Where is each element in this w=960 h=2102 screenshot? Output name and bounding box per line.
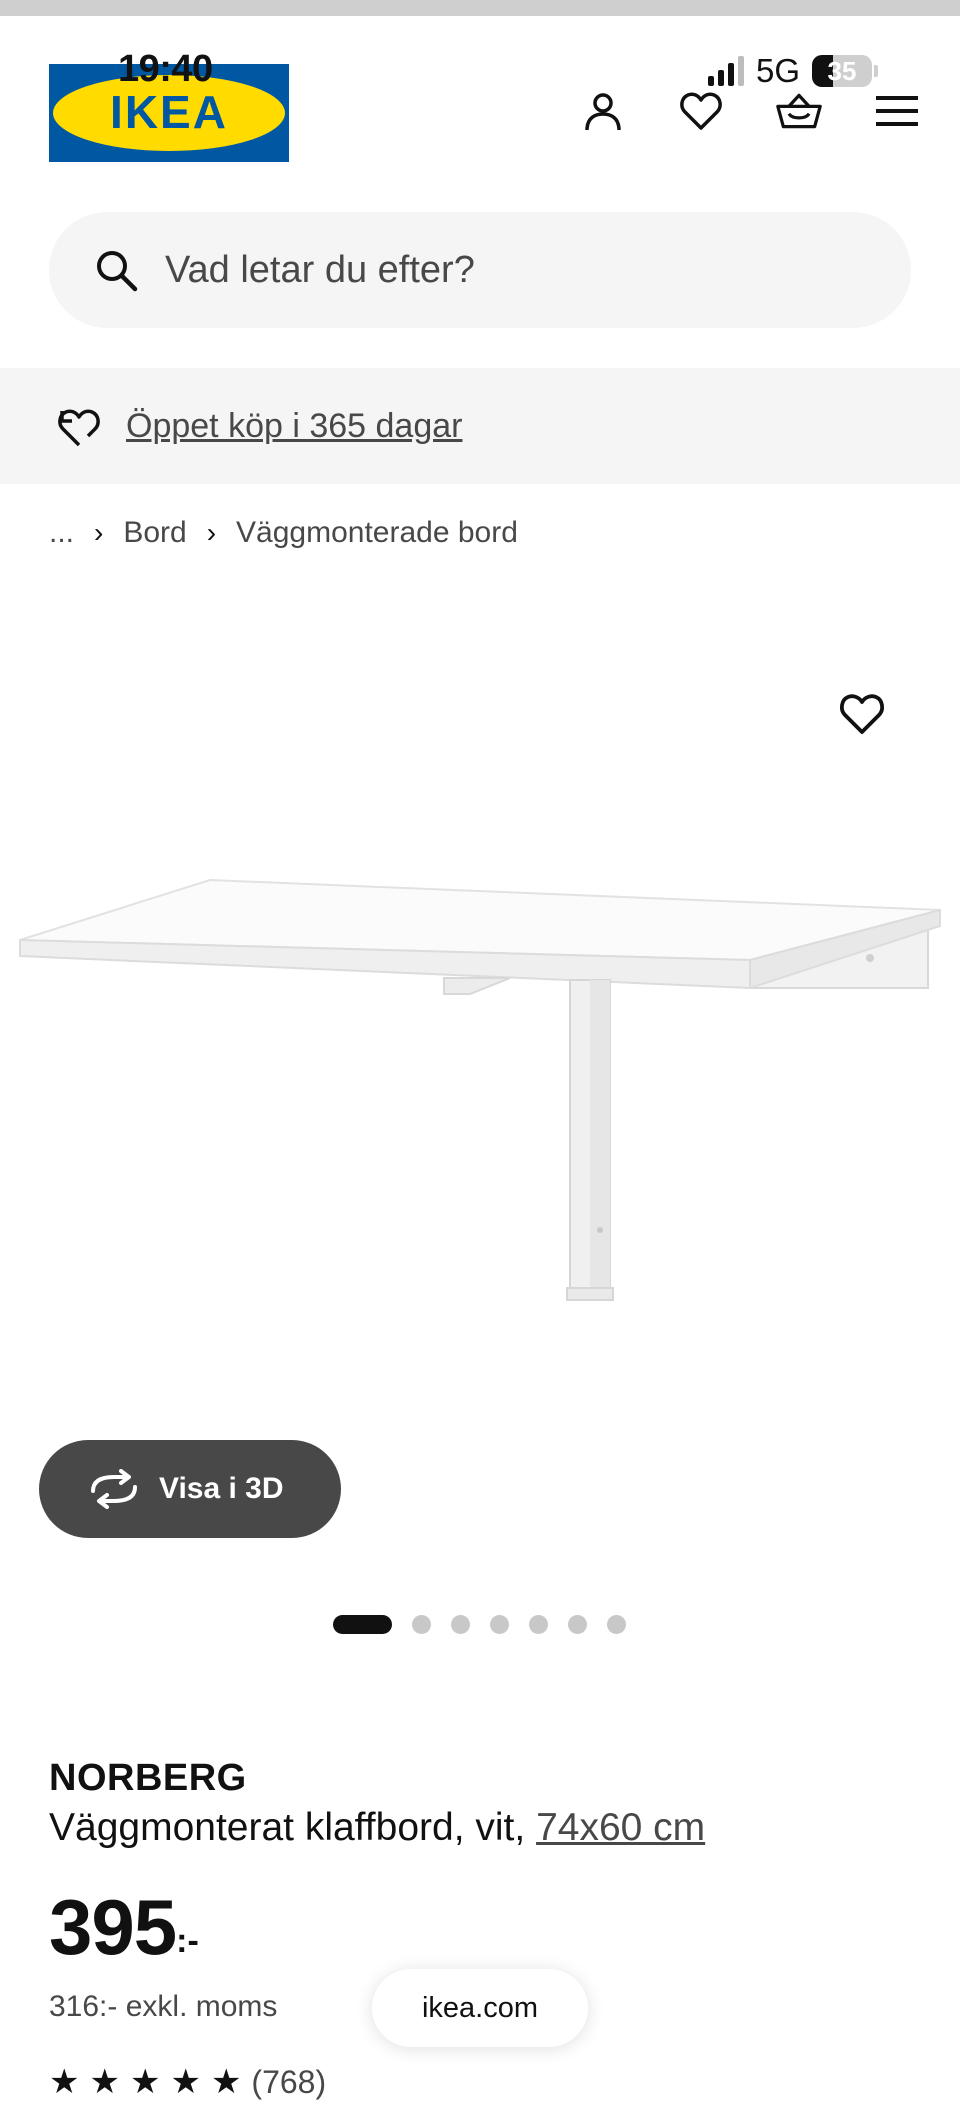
product-description-text: Väggmonterat klaffbord, vit, — [49, 1806, 526, 1849]
gallery-dot[interactable] — [607, 1615, 626, 1634]
breadcrumb: ... › Bord › Väggmonterade bord — [49, 516, 518, 550]
basket-icon[interactable] — [776, 88, 822, 134]
rotate-3d-icon — [91, 1469, 137, 1509]
battery-level: 35 — [827, 56, 857, 86]
gallery-dot[interactable] — [451, 1615, 470, 1634]
star-icon: ★ — [49, 2063, 80, 2101]
view-in-3d-button[interactable]: Visa i 3D — [39, 1440, 341, 1538]
breadcrumb-item-wall-tables[interactable]: Väggmonterade bord — [236, 516, 518, 550]
signal-icon — [707, 56, 744, 86]
price-suffix: :- — [176, 1922, 199, 1960]
product-rating[interactable]: ★ ★ ★ ★ ★ (768) — [49, 2062, 326, 2102]
browser-url-pill[interactable]: ikea.com — [372, 1969, 588, 2047]
search-bar[interactable] — [49, 212, 911, 328]
top-edge — [0, 0, 960, 16]
header-actions — [580, 88, 920, 134]
gallery-dot[interactable] — [568, 1615, 587, 1634]
gallery-dot[interactable] — [412, 1615, 431, 1634]
network-type: 5G — [755, 52, 800, 89]
promo-banner: Öppet köp i 365 dagar — [0, 368, 960, 484]
gallery-dot[interactable] — [490, 1615, 509, 1634]
gallery-pagination — [333, 1615, 626, 1634]
gallery-dot[interactable] — [333, 1615, 392, 1634]
rating-count: (768) — [251, 2063, 327, 2100]
star-half-icon: ★ — [210, 2063, 242, 2101]
price-excluding-vat: 316:- exkl. moms — [49, 1990, 278, 2023]
product-description: Väggmonterat klaffbord, vit, 74x60 cm — [49, 1806, 705, 1850]
chevron-right-icon: › — [94, 517, 104, 548]
logo-text: IKEA — [110, 86, 228, 138]
status-time: 19:40 — [118, 48, 213, 90]
heart-icon[interactable] — [678, 88, 724, 134]
product-image[interactable] — [0, 860, 960, 1320]
product-price: 395 :- — [49, 1888, 199, 1966]
breadcrumb-item-bord[interactable]: Bord — [123, 516, 186, 550]
return-heart-icon — [58, 409, 100, 447]
breadcrumb-item-ellipsis[interactable]: ... — [49, 516, 74, 550]
user-icon[interactable] — [580, 88, 626, 134]
price-main: 395 — [49, 1883, 177, 1971]
add-to-favourites-icon[interactable] — [838, 690, 886, 738]
search-icon — [97, 251, 138, 292]
search-input[interactable] — [163, 247, 817, 293]
menu-icon[interactable] — [874, 88, 920, 134]
battery-cap — [874, 65, 878, 77]
view-in-3d-label: Visa i 3D — [159, 1472, 284, 1505]
product-name: NORBERG — [49, 1757, 247, 1799]
chevron-right-icon: › — [206, 517, 217, 548]
open-purchase-link[interactable]: Öppet köp i 365 dagar — [126, 407, 462, 446]
battery-icon: 35 — [812, 55, 872, 87]
product-size-link[interactable]: 74x60 cm — [536, 1806, 705, 1849]
gallery-dot[interactable] — [529, 1615, 548, 1634]
star-icon: ★ — [170, 2063, 201, 2101]
star-icon: ★ — [129, 2063, 161, 2101]
star-icon: ★ — [89, 2063, 120, 2101]
status-indicators: 5G 35 — [707, 52, 878, 90]
